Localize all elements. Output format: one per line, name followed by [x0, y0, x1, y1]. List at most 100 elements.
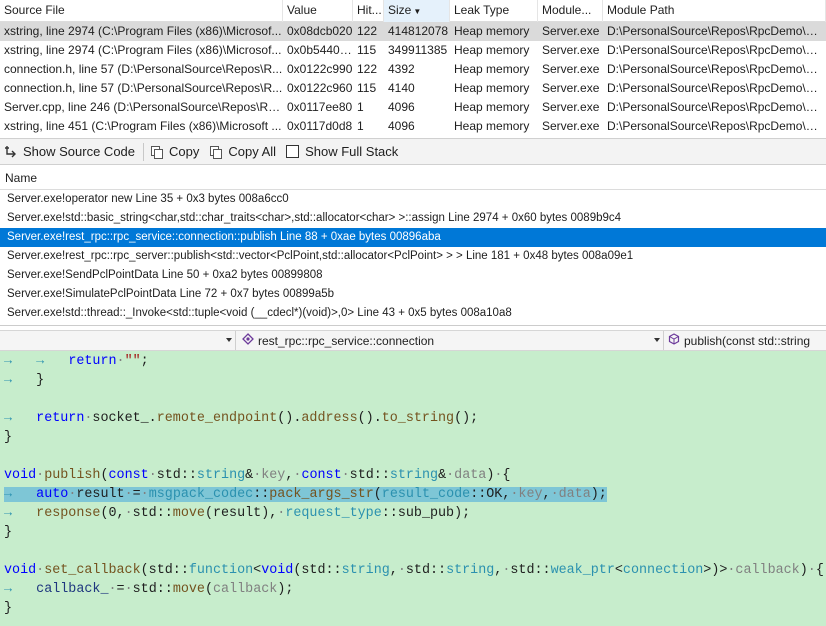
column-header-module[interactable]: Module...	[538, 0, 603, 22]
leak-table-cell: 122	[357, 24, 378, 38]
leak-table-cell: 4140	[388, 81, 415, 95]
leak-table-cell: D:\PersonalSource\Repos\RpcDemo\Rele	[607, 119, 826, 133]
leak-table-cell: xstring, line 2974 (C:\Program Files (x8…	[4, 24, 282, 38]
column-header-source-file[interactable]: Source File	[0, 0, 283, 22]
call-stack-frame[interactable]: Server.exe!operator new Line 35 + 0x3 by…	[0, 190, 826, 209]
leak-table-cell: 4392	[388, 62, 415, 76]
leak-table-cell: Heap memory	[454, 24, 530, 38]
column-header-size-label: Size	[388, 3, 412, 17]
leak-table: Source File Value Hit... Size ▼ Leak Type…	[0, 0, 826, 136]
call-stack-frame[interactable]: Server.exe!std::thread::_Invoke<std::tup…	[0, 304, 826, 323]
column-header-size[interactable]: Size ▼	[384, 0, 450, 22]
leak-table-cell: xstring, line 451 (C:\Program Files (x86…	[4, 119, 282, 133]
leak-table-cell: connection.h, line 57 (D:\PersonalSource…	[4, 62, 283, 76]
copy-label: Copy	[169, 144, 200, 159]
scope-dropdown[interactable]: rest_rpc::rpc_service::connection	[236, 331, 664, 350]
leak-table-cell: 0x0122c990	[287, 62, 353, 76]
toolbar-separator	[143, 142, 145, 161]
code-line: }	[4, 525, 13, 540]
show-full-stack-label: Show Full Stack	[305, 144, 399, 159]
code-line: → }	[4, 373, 45, 388]
call-stack-frame[interactable]: Server.exe!SimulatePclPointData Line 72 …	[0, 285, 826, 304]
show-source-code-button[interactable]: Show Source Code	[0, 141, 141, 163]
code-line: → → return·"";	[4, 354, 149, 369]
class-icon	[242, 333, 254, 348]
leak-table-row[interactable]: xstring, line 2974 (C:\Program Files (x8…	[0, 22, 826, 41]
copy-icon	[150, 145, 164, 159]
leak-table-cell: 0x0b544020	[287, 43, 353, 57]
leak-table-cell: 1	[357, 100, 364, 114]
call-stack-frame[interactable]: Server.exe!SendPclPointData Line 50 + 0x…	[0, 266, 826, 285]
code-editor[interactable]: → → return·""; → } → return·socket_.remo…	[0, 351, 826, 626]
leak-table-row[interactable]: Server.cpp, line 246 (D:\PersonalSource\…	[0, 98, 826, 117]
leak-table-cell: 349911385	[388, 43, 448, 57]
leak-table-cell: 115	[357, 81, 377, 95]
leak-table-cell: Heap memory	[454, 62, 530, 76]
leak-table-row[interactable]: xstring, line 2974 (C:\Program Files (x8…	[0, 41, 826, 60]
leak-table-cell: 115	[357, 43, 377, 57]
leak-table-cell: 0x0122c960	[287, 81, 353, 95]
leak-table-cell: 414812078	[388, 24, 449, 38]
leak-table-cell: Server.exe	[542, 24, 600, 38]
leak-table-cell: 122	[357, 62, 378, 76]
checkbox-box[interactable]	[286, 145, 300, 158]
leak-table-cell: 0x0117d0d8	[287, 119, 353, 133]
call-stack-rows: Server.exe!operator new Line 35 + 0x3 by…	[0, 190, 826, 323]
copy-all-icon	[209, 145, 223, 159]
call-stack-frame[interactable]: Server.exe!rest_rpc::rpc_service::connec…	[0, 228, 826, 247]
leak-rows: xstring, line 2974 (C:\Program Files (x8…	[0, 22, 826, 136]
leak-table-row[interactable]: connection.h, line 57 (D:\PersonalSource…	[0, 79, 826, 98]
leak-table-cell: 4096	[388, 100, 415, 114]
call-stack-frame[interactable]: Server.exe!rest_rpc::rpc_server::publish…	[0, 247, 826, 266]
leak-table-cell: D:\PersonalSource\Repos\RpcDemo\Rele	[607, 62, 826, 76]
leak-table-cell: 4096	[388, 119, 415, 133]
show-full-stack-checkbox[interactable]: Show Full Stack	[282, 141, 404, 163]
leak-table-header: Source File Value Hit... Size ▼ Leak Type…	[0, 0, 826, 22]
copy-all-label: Copy All	[228, 144, 277, 159]
leak-table-cell: Server.exe	[542, 100, 600, 114]
column-header-leak-type[interactable]: Leak Type	[450, 0, 538, 22]
leak-table-cell: Server.exe	[542, 43, 600, 57]
leak-table-cell: Heap memory	[454, 119, 530, 133]
leak-table-cell: xstring, line 2974 (C:\Program Files (x8…	[4, 43, 282, 57]
leak-table-cell: 0x08dcb020	[287, 24, 353, 38]
leak-table-row[interactable]: xstring, line 451 (C:\Program Files (x86…	[0, 117, 826, 136]
code-line: }	[4, 601, 13, 616]
leak-table-cell: D:\PersonalSource\Repos\RpcDemo\Rele	[607, 81, 826, 95]
leak-table-cell: Server.exe	[542, 81, 600, 95]
leak-table-cell: 0x0117ee80	[287, 100, 353, 114]
code-line: }	[4, 430, 13, 445]
stack-toolbar: Show Source Code Copy Copy All Show Full…	[0, 138, 826, 165]
member-dropdown[interactable]: publish(const std::string	[664, 331, 826, 350]
call-stack-frame[interactable]: Server.exe!std::basic_string<char,std::c…	[0, 209, 826, 228]
copy-button[interactable]: Copy	[146, 141, 205, 163]
chevron-down-icon	[654, 338, 660, 342]
project-dropdown[interactable]	[0, 331, 236, 350]
goto-source-icon	[4, 145, 18, 159]
copy-all-button[interactable]: Copy All	[205, 141, 282, 163]
chevron-down-icon	[226, 338, 232, 342]
scope-label: rest_rpc::rpc_service::connection	[258, 333, 435, 348]
code-line: void·set_callback(std::function<void(std…	[4, 563, 824, 578]
sort-descending-icon: ▼	[413, 7, 422, 16]
leak-table-cell: Server.exe	[542, 119, 600, 133]
leak-table-cell: Server.cpp, line 246 (D:\PersonalSource\…	[4, 100, 283, 114]
leak-table-cell: D:\PersonalSource\Repos\RpcDemo\Rele	[607, 100, 826, 114]
leak-table-row[interactable]: connection.h, line 57 (D:\PersonalSource…	[0, 60, 826, 79]
leak-table-cell: Server.exe	[542, 62, 600, 76]
call-stack-header[interactable]: Name	[0, 166, 826, 190]
leak-table-cell: 1	[357, 119, 364, 133]
code-line-highlighted: → auto·result·=·msgpack_codec::pack_args…	[4, 487, 607, 502]
column-header-value[interactable]: Value	[283, 0, 353, 22]
editor-navigation-bar: rest_rpc::rpc_service::connection publis…	[0, 330, 826, 351]
leak-table-cell: D:\PersonalSource\Repos\RpcDemo\Rele	[607, 24, 826, 38]
call-stack-list: Name Server.exe!operator new Line 35 + 0…	[0, 166, 826, 326]
code-line: → response(0,·std::move(result),·request…	[4, 506, 471, 521]
method-icon	[668, 333, 680, 348]
column-header-hits[interactable]: Hit...	[353, 0, 384, 22]
leak-table-cell: connection.h, line 57 (D:\PersonalSource…	[4, 81, 283, 95]
column-header-module-path[interactable]: Module Path	[603, 0, 826, 22]
leak-table-cell: Heap memory	[454, 81, 530, 95]
show-source-code-label: Show Source Code	[23, 144, 136, 159]
member-label: publish(const std::string	[684, 333, 811, 348]
